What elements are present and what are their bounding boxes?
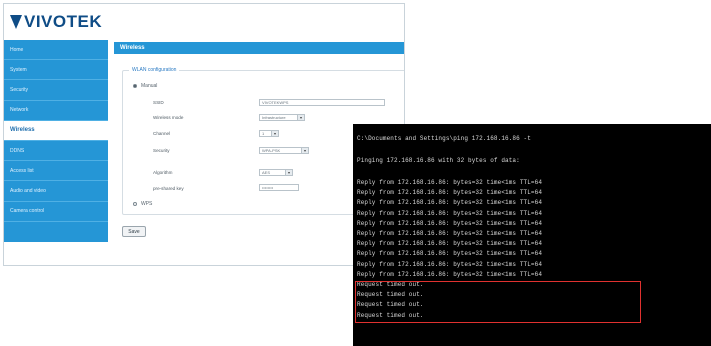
chevron-down-icon: ▾ bbox=[271, 131, 278, 136]
chevron-down-icon: ▾ bbox=[297, 115, 304, 120]
mode-wps-radio[interactable]: WPS bbox=[133, 201, 152, 207]
chevron-down-icon: ▾ bbox=[301, 148, 308, 153]
security-value: WPA-PSK bbox=[262, 148, 281, 153]
mode-wps-label: WPS bbox=[141, 201, 153, 207]
sidebar: Home System Security Network Wireless DD… bbox=[4, 40, 108, 242]
terminal-reply-line: Reply from 172.168.16.86: bytes=32 time<… bbox=[357, 219, 543, 227]
camera-web-ui: VIVOTEK Home System Security Network Wir… bbox=[3, 3, 405, 266]
radio-selected-icon bbox=[133, 84, 137, 88]
ssid-input[interactable]: VIVOTEKWPS bbox=[259, 99, 385, 106]
terminal-reply-line: Reply from 172.168.16.86: bytes=32 time<… bbox=[357, 260, 543, 268]
ssid-value: VIVOTEKWPS bbox=[262, 100, 289, 105]
sidebar-item-audio-video[interactable]: Audio and video bbox=[4, 181, 108, 202]
security-select[interactable]: WPA-PSK ▾ bbox=[259, 147, 309, 154]
psk-label: pre-shared key bbox=[153, 186, 184, 191]
page-title: Wireless bbox=[114, 42, 404, 54]
security-label: Security bbox=[153, 148, 170, 153]
logo-text: VIVOTEK bbox=[24, 12, 103, 31]
terminal-reply-line: Reply from 172.168.16.86: bytes=32 time<… bbox=[357, 189, 543, 197]
sidebar-item-camera-control[interactable]: Camera control bbox=[4, 202, 108, 222]
algorithm-select[interactable]: AES ▾ bbox=[259, 169, 293, 176]
terminal-pinging-line: Pinging 172.168.16.86 with 32 bytes of d… bbox=[357, 157, 520, 164]
terminal-reply-line: Reply from 172.168.16.86: bytes=32 time<… bbox=[357, 230, 543, 237]
channel-value: 1 bbox=[262, 131, 265, 136]
mode-manual-label: Manual bbox=[141, 83, 158, 89]
channel-select[interactable]: 1 ▾ bbox=[259, 130, 279, 137]
sidebar-item-wireless[interactable]: Wireless bbox=[4, 120, 108, 141]
wireless-mode-label: Wireless mode bbox=[153, 115, 184, 120]
page-title-text: Wireless bbox=[120, 45, 145, 51]
psk-value: •••••••• bbox=[262, 185, 274, 190]
terminal-reply-line: Reply from 172.168.16.86: bytes=32 time<… bbox=[357, 250, 543, 258]
brand-bar: VIVOTEK bbox=[4, 4, 404, 40]
ssid-label: SSID bbox=[153, 100, 164, 105]
wireless-mode-value: Infrastructure bbox=[262, 115, 286, 120]
terminal-reply-line: Reply from 172.168.16.86: bytes=32 time<… bbox=[357, 240, 543, 248]
sidebar-item-security[interactable]: Security bbox=[4, 80, 108, 101]
radio-unselected-icon bbox=[133, 202, 137, 206]
algorithm-value: AES bbox=[262, 170, 271, 175]
psk-input[interactable]: •••••••• bbox=[259, 184, 299, 191]
sidebar-item-home[interactable]: Home bbox=[4, 40, 108, 61]
chevron-down-icon: ▾ bbox=[285, 170, 292, 175]
vivotek-logo: VIVOTEK bbox=[10, 12, 102, 32]
channel-label: Channel bbox=[153, 131, 171, 136]
terminal-command-line: C:\Documents and Settings\ping 172.168.1… bbox=[357, 135, 531, 142]
timeout-highlight-box bbox=[355, 281, 641, 323]
sidebar-item-ddns[interactable]: DDNS bbox=[4, 141, 108, 162]
terminal-reply-line: Reply from 172.168.16.86: bytes=32 time<… bbox=[357, 199, 543, 207]
terminal-reply-line: Reply from 172.168.16.86: bytes=32 time<… bbox=[357, 270, 543, 278]
terminal-reply-line: Reply from 172.168.16.86: bytes=32 time<… bbox=[357, 179, 543, 186]
sidebar-item-network[interactable]: Network bbox=[4, 101, 108, 121]
logo-mark-icon bbox=[10, 15, 22, 29]
mode-manual-radio[interactable]: Manual bbox=[133, 83, 157, 89]
wireless-mode-select[interactable]: Infrastructure ▾ bbox=[259, 114, 305, 121]
terminal-reply-line: Reply from 172.168.16.86: bytes=32 time<… bbox=[357, 209, 543, 217]
sidebar-item-access-list[interactable]: Access list bbox=[4, 161, 108, 182]
section-title: WLAN configuration bbox=[129, 67, 180, 73]
sidebar-item-system[interactable]: System bbox=[4, 60, 108, 81]
save-button[interactable]: Save bbox=[122, 226, 146, 237]
algorithm-label: Algorithm bbox=[153, 170, 173, 175]
